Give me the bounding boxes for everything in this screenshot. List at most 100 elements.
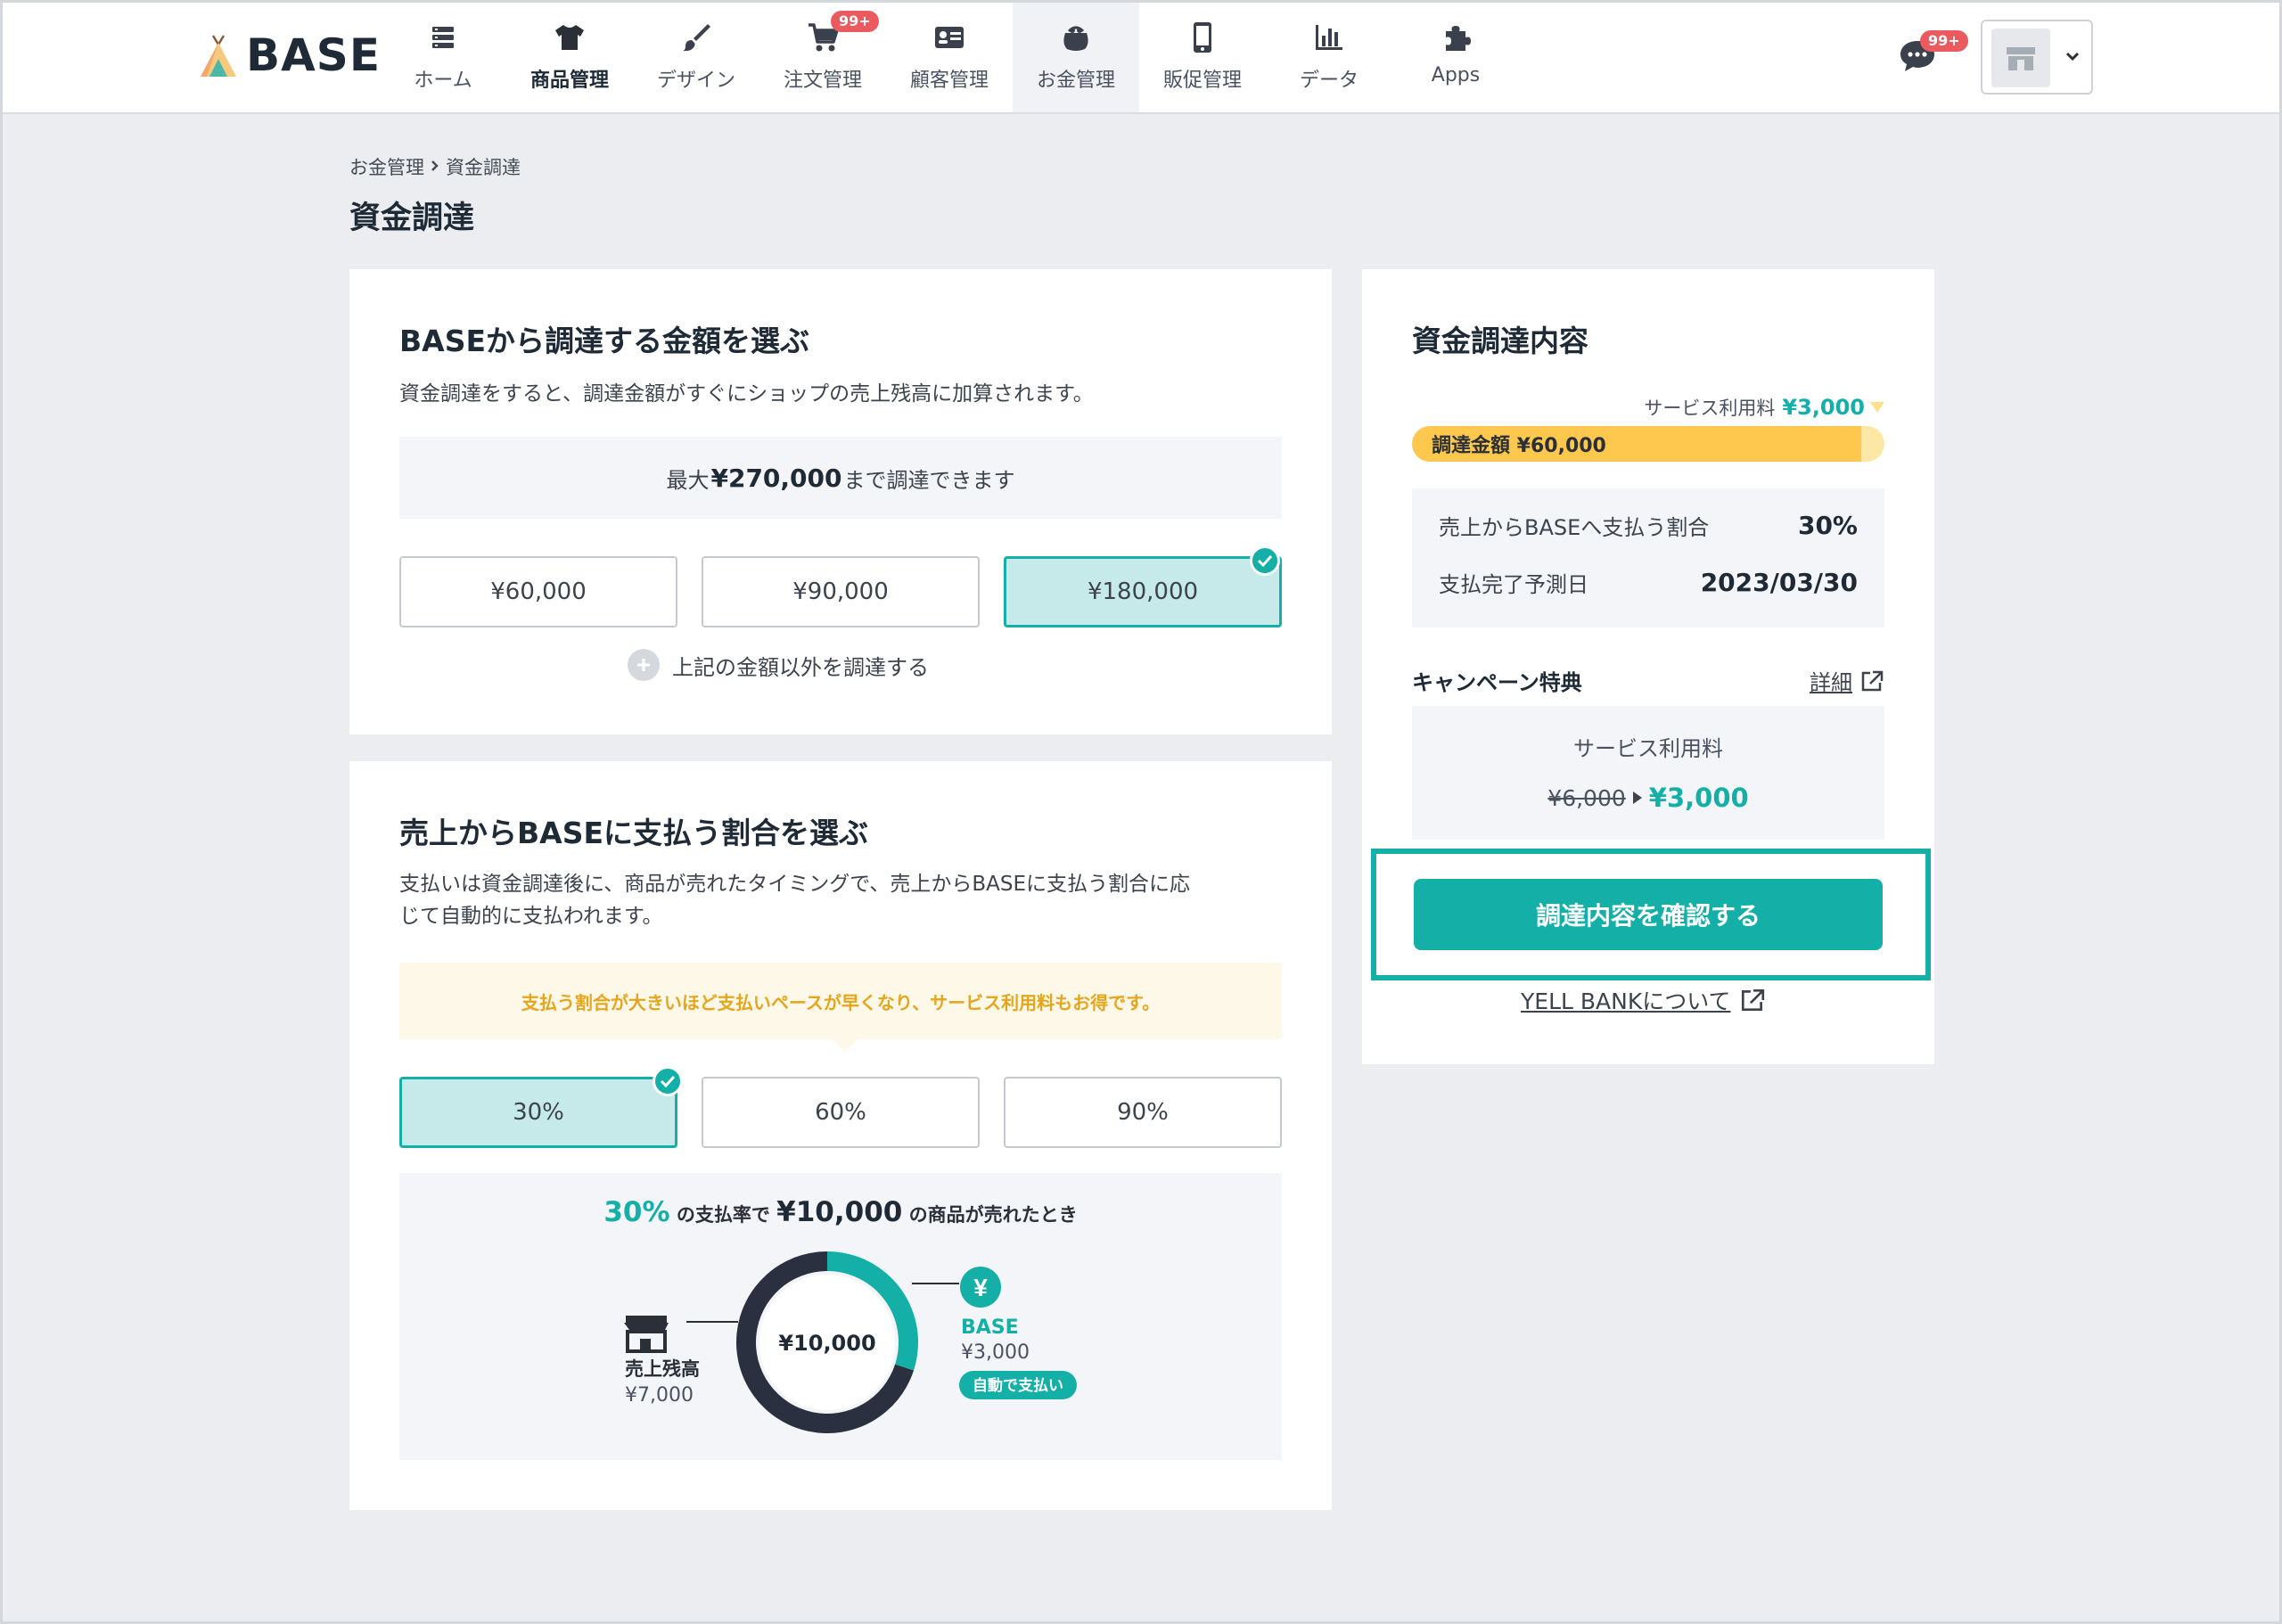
service-fee-line: サービス利用料 ¥3,000 bbox=[1644, 394, 1884, 421]
yell-bank-label: YELL BANKについて bbox=[1521, 988, 1731, 1014]
campaign-title: キャンペーン特典 bbox=[1412, 670, 1582, 695]
shop-switcher[interactable] bbox=[1981, 20, 2093, 94]
amount-option[interactable]: ¥60,000 bbox=[399, 556, 677, 627]
max-amount-box: 最大 ¥270,000 まで調達できます bbox=[399, 437, 1282, 519]
max-value: ¥270,000 bbox=[710, 463, 842, 493]
arrow-right-icon bbox=[1632, 791, 1642, 804]
nav-home[interactable]: ホーム bbox=[380, 0, 506, 112]
brush-icon bbox=[678, 20, 714, 55]
chevron-right-icon bbox=[430, 156, 440, 177]
nav-customers[interactable]: 顧客管理 bbox=[886, 0, 1013, 112]
amount-option-selected[interactable]: ¥180,000 bbox=[1004, 556, 1282, 627]
auto-pay-pill-label: 自動で支払い bbox=[973, 1376, 1063, 1395]
nav-label: 販促管理 bbox=[1162, 70, 1242, 92]
progress-label: 調達金額 ¥60,000 bbox=[1432, 435, 1606, 457]
ratio-card-desc-1: 支払いは資金調達後に、商品が売れたタイミングで、売上からBASEに支払う割合に応 bbox=[399, 873, 1191, 896]
orders-badge: 99+ bbox=[831, 11, 879, 32]
breadcrumb-current: 資金調達 bbox=[446, 157, 521, 178]
nav-data[interactable]: データ bbox=[1266, 0, 1392, 112]
smartphone-icon bbox=[1185, 20, 1220, 55]
nav-promotion[interactable]: 販促管理 bbox=[1139, 0, 1266, 112]
breadcrumb: お金管理 資金調達 bbox=[349, 153, 521, 180]
campaign-label: サービス利用料 bbox=[1573, 736, 1723, 761]
base-label: BASE bbox=[961, 1316, 1019, 1339]
summary-row-label: 売上からBASEへ支払う割合 bbox=[1439, 515, 1710, 540]
confirm-funding-button[interactable]: 調達内容を確認する bbox=[1414, 879, 1883, 950]
campaign-detail-link[interactable]: 詳細 bbox=[1810, 665, 1884, 696]
base-value: ¥3,000 bbox=[961, 1341, 1030, 1364]
puzzle-icon bbox=[1438, 20, 1473, 55]
chevron-down-icon bbox=[2065, 52, 2080, 62]
top-header: BASE ホーム 商品管理 デザイン 99+ 注文管理 顧客管理 お金管理 販促… bbox=[0, 0, 2282, 114]
nav-label: 顧客管理 bbox=[909, 70, 989, 92]
tent-logo-icon bbox=[201, 35, 236, 77]
wallet-icon bbox=[1058, 20, 1094, 55]
tshirt-icon bbox=[552, 20, 587, 55]
amount-card-desc: 資金調達をすると、調達金額がすぐにショップの売上残高に加算されます。 bbox=[399, 382, 1094, 406]
plus-circle-icon bbox=[628, 649, 660, 681]
page-title: 資金調達 bbox=[349, 201, 475, 236]
ratio-option[interactable]: 60% bbox=[702, 1077, 980, 1148]
check-icon bbox=[1250, 545, 1280, 576]
nav-label: ホーム bbox=[414, 70, 472, 92]
bar-chart-icon bbox=[1311, 20, 1347, 55]
nav-label: データ bbox=[1299, 70, 1359, 92]
service-fee-value: ¥3,000 bbox=[1782, 395, 1865, 420]
nav-label: 商品管理 bbox=[529, 70, 609, 92]
breadcrumb-parent[interactable]: お金管理 bbox=[349, 153, 424, 180]
amount-card: BASEから調達する金額を選ぶ 資金調達をすると、調達金額がすぐにショップの売上… bbox=[349, 269, 1332, 734]
nav-orders[interactable]: 99+ 注文管理 bbox=[759, 0, 886, 112]
external-link-icon bbox=[1742, 988, 1765, 1012]
donut-chart: ¥ 売上残高 ¥7,000 BASE ¥3,000 自動で支払い ¥10,000 bbox=[624, 1251, 1077, 1433]
check-icon bbox=[653, 1066, 683, 1096]
ratio-card-title: 売上からBASEに支払う割合を選ぶ bbox=[399, 816, 869, 850]
address-card-icon bbox=[932, 20, 967, 55]
ratio-option[interactable]: 90% bbox=[1004, 1077, 1282, 1148]
campaign-detail-label: 詳細 bbox=[1810, 670, 1852, 695]
summary-row: 売上からBASEへ支払う割合 30% bbox=[1439, 510, 1858, 541]
campaign-price: ¥6,000 ¥3,000 bbox=[1412, 783, 1884, 813]
yell-bank-link[interactable]: YELL BANKについて bbox=[1521, 984, 1766, 1016]
summary-row-label: 支払完了予測日 bbox=[1439, 572, 1588, 597]
shop-balance-label: 売上残高 bbox=[625, 1358, 700, 1380]
logo-text: BASE bbox=[246, 29, 381, 81]
base-logo[interactable]: BASE bbox=[198, 27, 381, 84]
amount-option[interactable]: ¥90,000 bbox=[702, 556, 980, 627]
service-fee-label: サービス利用料 bbox=[1644, 398, 1776, 419]
nav-money[interactable]: お金管理 bbox=[1013, 0, 1139, 112]
funding-progress-fill: 調達金額 ¥60,000 bbox=[1412, 426, 1861, 462]
nav-label: Apps bbox=[1431, 64, 1481, 86]
other-amount-label: 上記の金額以外を調達する bbox=[672, 654, 929, 680]
chat-badge: 99+ bbox=[1920, 30, 1968, 52]
max-suffix: まで調達できます bbox=[843, 467, 1015, 493]
nav-design[interactable]: デザイン bbox=[633, 0, 759, 112]
funding-progress-bar: 調達金額 ¥60,000 bbox=[1412, 426, 1884, 462]
summary-row-value: 30% bbox=[1797, 511, 1858, 540]
nav-label: デザイン bbox=[656, 70, 735, 92]
campaign-new-price: ¥3,000 bbox=[1648, 783, 1749, 813]
external-link-icon bbox=[1861, 670, 1884, 691]
campaign-box: サービス利用料 ¥6,000 ¥3,000 bbox=[1412, 706, 1884, 840]
list-icon bbox=[425, 20, 461, 55]
ratio-notice: 支払う割合が大きいほど支払いペースが早くなり、サービス利用料もお得です。 bbox=[399, 963, 1282, 1039]
store-icon bbox=[2007, 47, 2035, 70]
donut-center-label: ¥10,000 bbox=[778, 1331, 875, 1356]
ratio-card: 売上からBASEに支払う割合を選ぶ 支払いは資金調達後に、商品が売れたタイミング… bbox=[349, 761, 1332, 1510]
nav-products[interactable]: 商品管理 bbox=[506, 0, 633, 112]
triangle-down-icon bbox=[1870, 402, 1884, 413]
shop-balance-value: ¥7,000 bbox=[625, 1384, 694, 1407]
nav-apps[interactable]: Apps bbox=[1392, 0, 1519, 112]
notice-tail bbox=[833, 1039, 858, 1052]
campaign-old-price: ¥6,000 bbox=[1547, 784, 1626, 811]
summary-row: 支払完了予測日 2023/03/30 bbox=[1439, 567, 1858, 598]
nav-label: 注文管理 bbox=[783, 70, 862, 92]
ratio-card-desc-2: じて自動的に支払われます。 bbox=[399, 905, 663, 928]
summary-title: 資金調達内容 bbox=[1412, 324, 1588, 358]
summary-row-value: 2023/03/30 bbox=[1700, 568, 1858, 597]
payment-simulation: 30% の支払率で ¥10,000 の商品が売れたとき ¥ 売上残高 ¥7,00… bbox=[399, 1173, 1282, 1460]
shop-avatar bbox=[1991, 29, 2050, 87]
other-amount-link[interactable]: 上記の金額以外を調達する bbox=[628, 649, 929, 681]
ratio-option-selected[interactable]: 30% bbox=[399, 1077, 677, 1148]
main-nav: ホーム 商品管理 デザイン 99+ 注文管理 顧客管理 お金管理 販促管理 デー… bbox=[380, 0, 1519, 112]
amount-card-title: BASEから調達する金額を選ぶ bbox=[399, 324, 810, 358]
